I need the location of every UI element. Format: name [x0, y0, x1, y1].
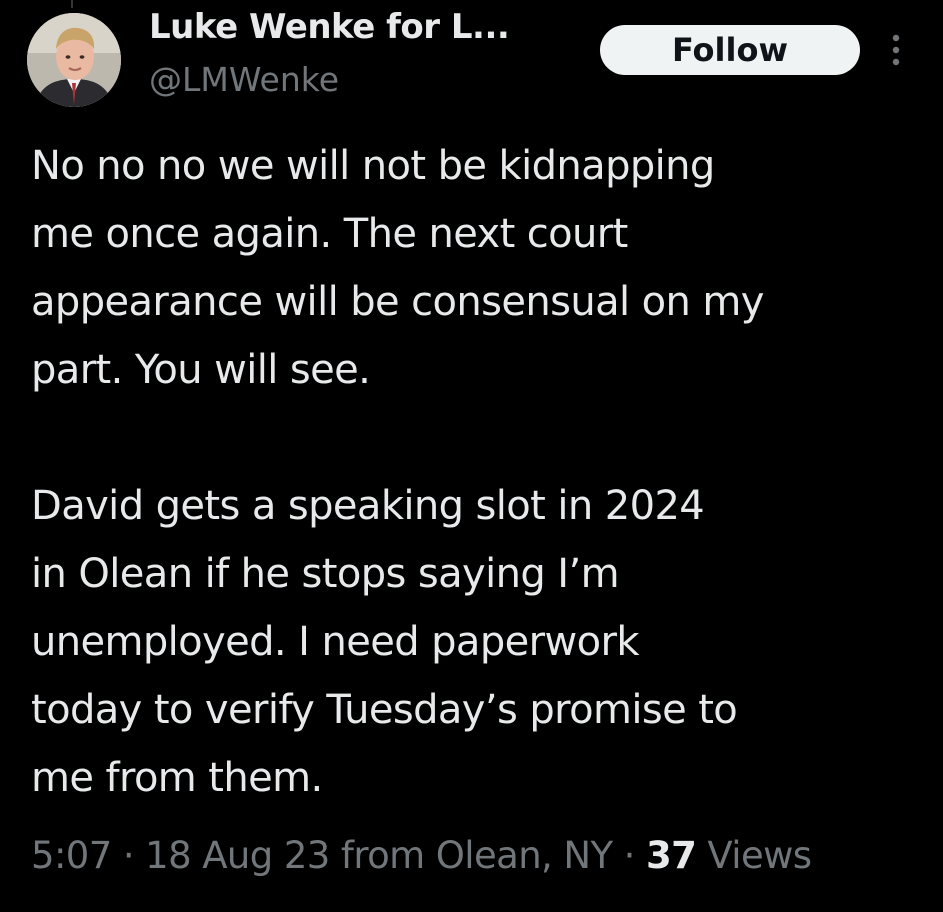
tweet-paragraph: No no no we will not be kidnapping me on… [31, 143, 764, 393]
more-options-button[interactable] [882, 30, 910, 70]
tweet-date[interactable]: 18 Aug 23 [145, 834, 330, 877]
meta-separator: · [111, 834, 146, 877]
thread-connector-line [71, 0, 73, 8]
tweet-metadata: 5:07 · 18 Aug 23 from Olean, NY · 37 Vie… [31, 834, 812, 877]
tweet-text: No no no we will not be kidnapping me on… [31, 132, 926, 812]
follow-button[interactable]: Follow [600, 25, 860, 75]
tweet-time[interactable]: 5:07 [31, 834, 112, 877]
more-vertical-icon [892, 34, 900, 66]
author-avatar[interactable] [27, 13, 121, 107]
author-display-name[interactable]: Luke Wenke for L... [149, 7, 510, 47]
views-label[interactable]: Views [707, 834, 812, 877]
author-handle[interactable]: @LMWenke [149, 60, 339, 99]
views-count[interactable]: 37 [646, 834, 697, 877]
tweet-location: from Olean, NY [340, 834, 613, 877]
meta-separator: · [612, 834, 646, 877]
tweet-paragraph: David gets a speaking slot in 2024 in Ol… [31, 483, 738, 801]
user-avatar-photo-icon [27, 13, 121, 107]
